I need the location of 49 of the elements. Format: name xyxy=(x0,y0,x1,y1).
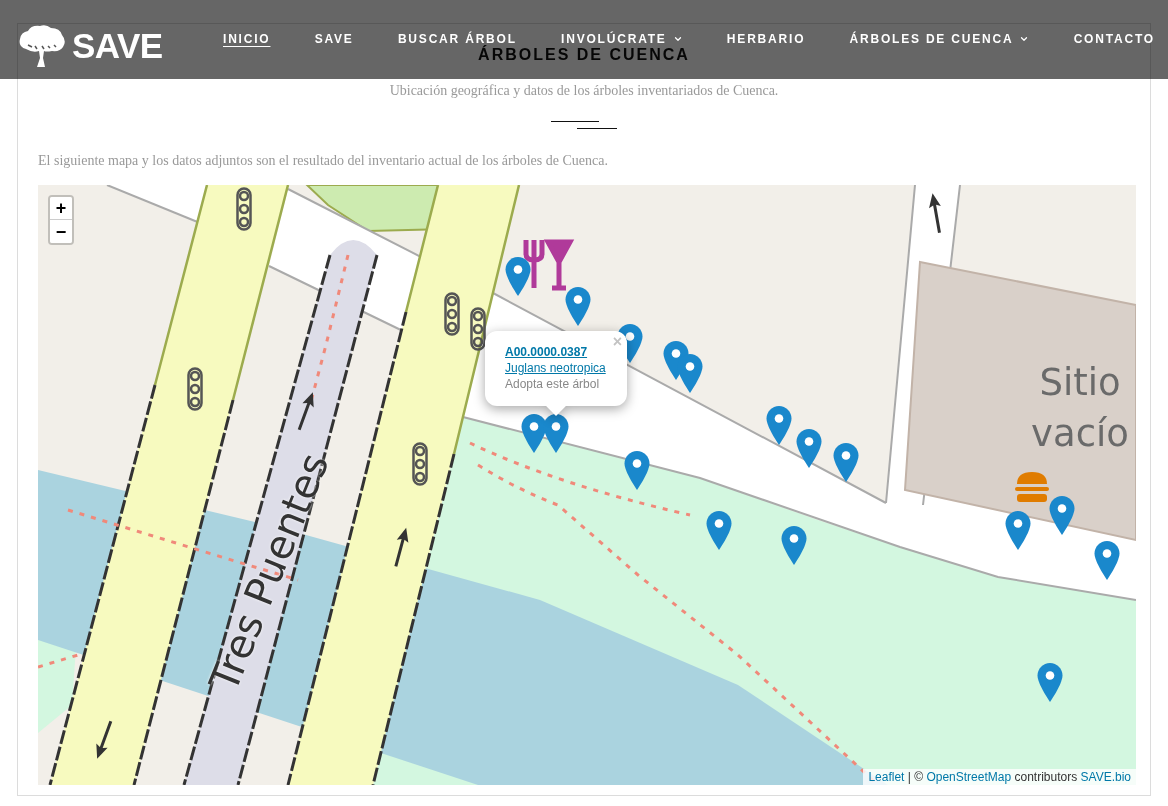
nav-link[interactable]: ÁRBOLES DE CUENCA xyxy=(849,32,1030,46)
nav-link[interactable]: SAVE xyxy=(314,32,354,46)
map-marker-icon[interactable] xyxy=(1094,541,1120,580)
arrow-icon xyxy=(394,527,409,567)
nav-link[interactable]: INVOLÚCRATE xyxy=(561,32,683,46)
map-marker-icon[interactable] xyxy=(766,406,792,445)
zoom-out-button[interactable]: − xyxy=(50,220,72,243)
map-marker-icon[interactable] xyxy=(565,287,591,326)
zoom-in-button[interactable]: + xyxy=(50,197,72,220)
species-link[interactable]: Juglans neotropica xyxy=(505,360,606,376)
map-marker-icon[interactable] xyxy=(833,443,859,482)
map-marker-icon[interactable] xyxy=(543,414,569,453)
traffic-light-icon xyxy=(412,442,428,486)
traffic-light-icon xyxy=(470,307,486,351)
map-marker-icon[interactable] xyxy=(521,414,547,453)
page-subtitle: Ubicación geográfica y datos de los árboles inventariados de Cuenca. xyxy=(389,82,779,100)
map-marker-icon[interactable] xyxy=(1037,663,1063,702)
nav-link[interactable]: CONTACTO xyxy=(1073,32,1155,46)
map-marker-icon[interactable] xyxy=(796,429,822,468)
traffic-light-icon xyxy=(444,292,460,336)
burger-icon xyxy=(1015,472,1049,502)
logo-text[interactable]: SAVE xyxy=(72,28,163,64)
traffic-light-icon xyxy=(187,367,203,411)
adopt-text: Adopta este árbol xyxy=(505,376,600,392)
map-marker-icon[interactable] xyxy=(624,451,650,490)
attribution-link[interactable]: OpenStreetMap xyxy=(926,770,1012,784)
map-marker-icon[interactable] xyxy=(677,354,703,393)
attribution-link[interactable]: Leaflet xyxy=(868,770,905,784)
map-marker-icon[interactable] xyxy=(781,526,807,565)
map-label: Sitio vacío xyxy=(1030,360,1130,457)
attribution-link[interactable]: SAVE.bio xyxy=(1080,770,1131,784)
nav-link[interactable]: BUSCAR ÁRBOL xyxy=(397,32,517,46)
tree-logo-icon[interactable] xyxy=(18,25,66,67)
map-marker-icon[interactable] xyxy=(706,511,732,550)
page-title: ÁRBOLES DE CUENCA xyxy=(478,47,690,63)
map-marker-icon[interactable] xyxy=(505,257,531,296)
arrow-icon xyxy=(929,193,941,233)
map-attribution: Leaflet | © OpenStreetMap contributors SAVE.bio xyxy=(863,769,1136,785)
nav-link[interactable]: INICIO xyxy=(223,32,271,46)
tree-code-link[interactable]: A00.0000.0387 xyxy=(505,344,588,360)
map-marker-icon[interactable] xyxy=(1049,496,1075,535)
map-marker-icon[interactable] xyxy=(1005,511,1031,550)
nav-link[interactable]: HERBARIO xyxy=(726,32,806,46)
footpath xyxy=(38,653,79,669)
arrow-icon xyxy=(297,392,314,431)
intro-text: El siguiente mapa y los datos adjuntos son el resultado del inventario actual de los árboles de Cuenca. xyxy=(38,152,608,170)
arrow-icon xyxy=(96,720,113,759)
traffic-light-icon xyxy=(236,187,252,231)
fork-glass-icon xyxy=(523,237,575,291)
